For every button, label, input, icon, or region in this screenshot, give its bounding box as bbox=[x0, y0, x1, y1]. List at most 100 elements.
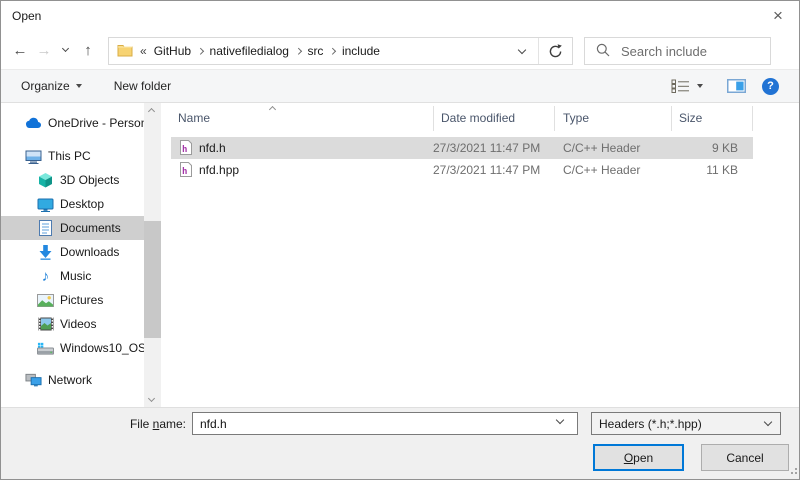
folder-icon bbox=[117, 43, 133, 60]
file-row-nfd-hpp[interactable]: h nfd.hpp 27/3/2021 11:47 PM C/C++ Heade… bbox=[171, 159, 753, 181]
sidebar-item-label: Pictures bbox=[60, 293, 103, 307]
breadcrumb-chevron-icon[interactable] bbox=[197, 48, 203, 54]
sidebar-item-label: Music bbox=[60, 269, 91, 283]
sidebar-item-label: Videos bbox=[60, 317, 96, 331]
desktop-icon bbox=[37, 197, 54, 212]
sidebar-item-music[interactable]: ♪ Music bbox=[1, 264, 144, 288]
file-type-select[interactable]: Headers (*.h;*.hpp) bbox=[591, 412, 781, 435]
preview-pane-icon bbox=[727, 79, 746, 93]
preview-pane-button[interactable] bbox=[727, 79, 746, 93]
scroll-down-icon[interactable] bbox=[148, 395, 155, 402]
dialog-title: Open bbox=[12, 9, 41, 23]
search-input[interactable] bbox=[619, 43, 770, 60]
sidebar-item-downloads[interactable]: Downloads bbox=[1, 240, 144, 264]
navigation-sidebar: OneDrive - Person This PC 3D Objects bbox=[1, 103, 171, 407]
sidebar-item-windows10-os[interactable]: Windows10_OS ( bbox=[1, 336, 144, 360]
music-icon: ♪ bbox=[37, 269, 54, 284]
column-divider[interactable] bbox=[554, 106, 555, 131]
breadcrumb-chevron-icon[interactable] bbox=[295, 48, 301, 54]
breadcrumb-segment[interactable]: src bbox=[302, 44, 328, 58]
sidebar-item-onedrive[interactable]: OneDrive - Person bbox=[1, 111, 144, 135]
file-row-nfd-h[interactable]: h nfd.h 27/3/2021 11:47 PM C/C++ Header … bbox=[171, 137, 753, 159]
file-type: C/C++ Header bbox=[563, 163, 640, 177]
caret-down-icon bbox=[697, 84, 703, 88]
column-header-name[interactable]: Name bbox=[178, 111, 210, 125]
sidebar-items: OneDrive - Person This PC 3D Objects bbox=[1, 111, 144, 392]
file-name: nfd.h bbox=[199, 141, 226, 155]
column-header-type[interactable]: Type bbox=[563, 111, 589, 125]
sidebar-item-documents[interactable]: Documents bbox=[1, 216, 144, 240]
address-bar-controls bbox=[506, 38, 572, 64]
sidebar-item-label: This PC bbox=[48, 149, 91, 163]
resize-grip-icon[interactable] bbox=[788, 464, 798, 478]
sidebar-item-network[interactable]: Network bbox=[1, 368, 144, 392]
open-file-dialog: Open × ← → ↑ « GitHub nativefiledialog s… bbox=[0, 0, 800, 480]
onedrive-cloud-icon bbox=[25, 117, 42, 129]
breadcrumb-segment[interactable]: include bbox=[337, 44, 385, 58]
file-size: 11 KB bbox=[641, 163, 738, 177]
recent-locations-chevron-icon[interactable] bbox=[58, 31, 72, 69]
svg-text:h: h bbox=[182, 145, 187, 155]
change-view-button[interactable] bbox=[671, 79, 703, 93]
dialog-footer: File name: Headers (*.h;*.hpp) Open Canc… bbox=[1, 407, 800, 480]
sidebar-item-label: Documents bbox=[60, 221, 121, 235]
sidebar-item-pictures[interactable]: Pictures bbox=[1, 288, 144, 312]
sidebar-item-videos[interactable]: Videos bbox=[1, 312, 144, 336]
column-header-date-modified[interactable]: Date modified bbox=[441, 111, 515, 125]
cancel-button[interactable]: Cancel bbox=[701, 444, 789, 471]
downloads-icon bbox=[37, 244, 54, 260]
header-file-icon: h bbox=[180, 140, 192, 158]
up-button[interactable]: ↑ bbox=[77, 31, 99, 69]
file-rows: h nfd.h 27/3/2021 11:47 PM C/C++ Header … bbox=[171, 137, 800, 181]
breadcrumb-overflow[interactable]: « bbox=[140, 44, 147, 58]
breadcrumb-chevron-icon[interactable] bbox=[330, 48, 336, 54]
network-icon bbox=[25, 373, 42, 387]
details-view-icon bbox=[671, 79, 691, 93]
caret-down-icon bbox=[76, 84, 82, 88]
sidebar-item-label: Downloads bbox=[60, 245, 119, 259]
file-name-input[interactable] bbox=[192, 412, 578, 435]
scroll-up-icon[interactable] bbox=[148, 108, 155, 115]
breadcrumb-segment[interactable]: GitHub bbox=[149, 44, 196, 58]
file-type-chevron-icon bbox=[764, 418, 772, 426]
breadcrumb-segment[interactable]: nativefiledialog bbox=[205, 44, 294, 58]
column-header-size[interactable]: Size bbox=[679, 111, 702, 125]
sidebar-item-3d-objects[interactable]: 3D Objects bbox=[1, 168, 144, 192]
organize-label: Organize bbox=[21, 79, 70, 93]
svg-text:h: h bbox=[182, 167, 187, 177]
open-button[interactable]: Open bbox=[593, 444, 684, 471]
organize-button[interactable]: Organize bbox=[21, 79, 82, 93]
search-box[interactable] bbox=[584, 37, 771, 65]
address-bar[interactable]: « GitHub nativefiledialog src include bbox=[108, 37, 573, 65]
title-bar: Open × bbox=[1, 1, 799, 31]
new-folder-button[interactable]: New folder bbox=[114, 79, 171, 93]
sort-ascending-icon bbox=[269, 106, 276, 113]
back-button[interactable]: ← bbox=[9, 31, 31, 69]
file-name-label: File name: bbox=[1, 417, 186, 431]
forward-button: → bbox=[33, 31, 55, 69]
column-divider[interactable] bbox=[433, 106, 434, 131]
scrollbar-thumb[interactable] bbox=[144, 221, 161, 338]
address-dropdown-chevron-icon[interactable] bbox=[506, 38, 538, 64]
file-date-modified: 27/3/2021 11:47 PM bbox=[433, 141, 540, 155]
file-type: C/C++ Header bbox=[563, 141, 640, 155]
sidebar-item-this-pc[interactable]: This PC bbox=[1, 144, 144, 168]
drive-icon bbox=[37, 342, 54, 355]
close-icon[interactable]: × bbox=[767, 5, 789, 27]
header-file-icon: h bbox=[180, 162, 192, 180]
navigation-row: ← → ↑ « GitHub nativefiledialog src incl… bbox=[1, 31, 799, 69]
search-icon bbox=[596, 43, 610, 60]
sidebar-item-label: Desktop bbox=[60, 197, 104, 211]
file-size: 9 KB bbox=[641, 141, 738, 155]
column-divider[interactable] bbox=[752, 106, 753, 131]
sidebar-item-label: Network bbox=[48, 373, 92, 387]
sidebar-item-label: 3D Objects bbox=[60, 173, 119, 187]
refresh-icon[interactable] bbox=[539, 38, 572, 64]
help-button[interactable]: ? bbox=[762, 78, 779, 95]
toolbar-right-group: ? bbox=[671, 78, 779, 95]
sidebar-scrollbar[interactable] bbox=[144, 103, 161, 407]
file-type-value: Headers (*.h;*.hpp) bbox=[599, 417, 702, 431]
this-pc-icon bbox=[25, 149, 42, 164]
sidebar-item-desktop[interactable]: Desktop bbox=[1, 192, 144, 216]
column-divider[interactable] bbox=[671, 106, 672, 131]
